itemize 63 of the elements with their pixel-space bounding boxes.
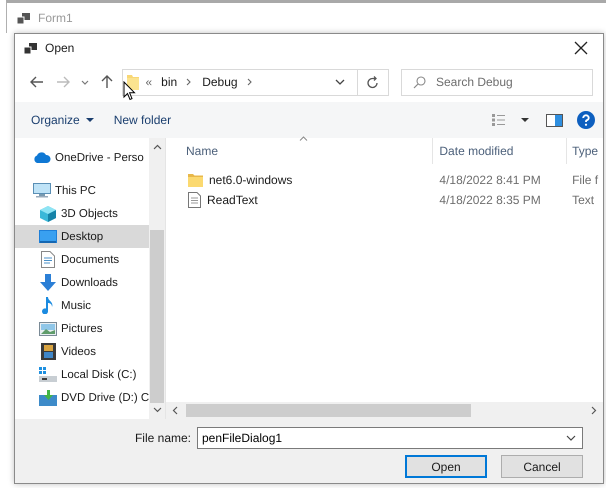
download-arrow-icon: [39, 274, 57, 291]
text-file-icon: [188, 192, 201, 208]
app-icon: [24, 42, 37, 54]
scroll-left-icon[interactable]: [172, 406, 178, 415]
sidebar-item[interactable]: This PC: [15, 179, 149, 202]
drive-icon: [39, 390, 57, 406]
drive-icon: [39, 367, 57, 382]
caret-icon[interactable]: [86, 118, 94, 122]
folder-icon: [127, 74, 140, 90]
breadcrumb-item[interactable]: Debug: [202, 75, 238, 89]
table-cell: Text: [572, 193, 594, 207]
column-header[interactable]: Type: [567, 138, 603, 164]
window-title: Form1: [38, 11, 73, 25]
organize-button[interactable]: Organize: [21, 110, 104, 130]
help-icon[interactable]: [577, 111, 595, 129]
folder-icon: [188, 173, 203, 187]
document-icon: [39, 251, 57, 268]
sort-caret-icon: [299, 136, 308, 141]
vertical-scrollbar[interactable]: [149, 138, 165, 419]
close-icon[interactable]: [574, 41, 588, 55]
file-name-label: File name:: [134, 431, 191, 445]
new-folder-button[interactable]: New folder: [104, 110, 182, 130]
scroll-down-icon[interactable]: [152, 407, 162, 413]
sidebar-item[interactable]: OneDrive - Perso: [15, 146, 149, 169]
column-header[interactable]: Date modified: [433, 138, 568, 164]
table-cell: 4/18/2022 8:41 PM: [439, 173, 541, 187]
file-name[interactable]: ReadText: [207, 193, 258, 207]
sidebar-item[interactable]: Downloads: [15, 271, 149, 294]
dialog-button[interactable]: Open: [405, 455, 487, 478]
cube-icon: [39, 206, 57, 222]
table-cell: 4/18/2022 8:35 PM: [439, 193, 541, 207]
sidebar-item[interactable]: Videos: [15, 340, 149, 363]
dialog-title: Open: [45, 41, 74, 55]
view-options-icon[interactable]: [492, 114, 532, 126]
search-field[interactable]: Search Debug: [400, 68, 593, 96]
sidebar-item[interactable]: Music: [15, 294, 149, 317]
sidebar-item[interactable]: DVD Drive (D:) C: [15, 386, 149, 409]
search-icon: [412, 76, 426, 88]
chevron-down-icon[interactable]: [566, 435, 576, 441]
cloud-icon: [33, 152, 51, 163]
table-cell: File f: [572, 173, 598, 187]
chevron-right-icon[interactable]: [186, 78, 192, 86]
sidebar-item[interactable]: Local Disk (C:): [15, 363, 149, 386]
sidebar-item[interactable]: Desktop: [15, 225, 149, 248]
sidebar-item[interactable]: 3D Objects: [15, 202, 149, 225]
scroll-right-icon[interactable]: [591, 406, 597, 415]
file-name[interactable]: net6.0-windows: [209, 173, 292, 187]
sidebar-item[interactable]: Documents: [15, 248, 149, 271]
film-icon: [39, 343, 57, 360]
column-header[interactable]: Name: [166, 138, 434, 164]
file-name-field[interactable]: penFileDialog1: [197, 427, 583, 449]
horizontal-scrollbar[interactable]: [166, 402, 603, 419]
breadcrumb-item[interactable]: bin: [161, 75, 178, 89]
computer-icon: [33, 183, 51, 198]
picture-icon: [39, 322, 57, 336]
app-icon: [17, 12, 30, 24]
scroll-up-icon[interactable]: [152, 144, 162, 150]
monitor-icon: [39, 230, 57, 244]
preview-pane-icon[interactable]: [546, 114, 563, 126]
sidebar-item[interactable]: Pictures: [15, 317, 149, 340]
chevron-right-icon[interactable]: [246, 78, 252, 86]
dialog-button[interactable]: Cancel: [501, 455, 583, 478]
overflow-chevron[interactable]: «: [145, 75, 152, 89]
